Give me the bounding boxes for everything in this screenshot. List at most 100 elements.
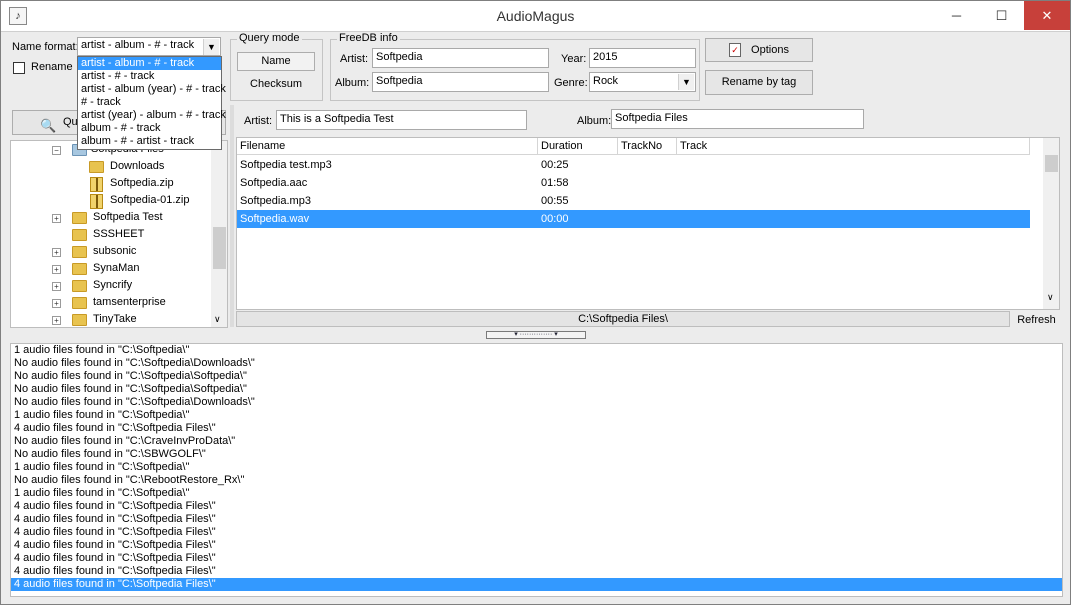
dropdown-option[interactable]: artist - album (year) - # - track bbox=[78, 83, 226, 96]
rename-by-tag-button[interactable]: Rename by tag bbox=[705, 70, 813, 95]
folder-icon bbox=[72, 280, 87, 292]
expand-icon[interactable]: + bbox=[52, 282, 61, 291]
name-format-dropdown-list[interactable]: artist - album - # - track artist - # - … bbox=[77, 56, 226, 150]
file-row[interactable]: Softpedia test.mp3 00:25 bbox=[237, 156, 1030, 174]
close-button[interactable]: ✕ bbox=[1024, 1, 1070, 30]
current-path: C:\Softpedia Files\ bbox=[578, 313, 668, 325]
tree-item-label: subsonic bbox=[93, 245, 137, 257]
folder-icon bbox=[72, 263, 87, 275]
file-name: Softpedia.aac bbox=[240, 177, 308, 189]
folder-icon bbox=[89, 161, 104, 173]
query-mode-name-button[interactable]: Name bbox=[237, 52, 315, 71]
folder-icon bbox=[72, 314, 87, 326]
log-line[interactable]: No audio files found in "C:\SBWGOLF\" bbox=[11, 448, 1062, 461]
rename-checkbox[interactable] bbox=[13, 62, 25, 74]
expand-icon[interactable]: + bbox=[52, 299, 61, 308]
tree-scrollbar[interactable]: ∨ bbox=[211, 141, 227, 327]
current-path-bar: C:\Softpedia Files\ bbox=[236, 311, 1010, 327]
file-name: Softpedia.wav bbox=[240, 213, 310, 225]
freedb-year-label: Year: bbox=[561, 53, 587, 65]
freedb-year-field[interactable]: 2015 bbox=[589, 48, 696, 68]
expand-icon[interactable]: + bbox=[52, 265, 61, 274]
freedb-artist-field[interactable]: Softpedia bbox=[372, 48, 549, 68]
options-icon: ✓ bbox=[729, 43, 742, 58]
collapse-icon[interactable]: − bbox=[52, 146, 61, 155]
minimize-button[interactable]: ─ bbox=[934, 1, 979, 30]
file-duration: 00:00 bbox=[541, 213, 569, 225]
folder-icon bbox=[72, 229, 87, 241]
log-line[interactable]: 4 audio files found in "C:\Softpedia Fil… bbox=[11, 500, 1062, 513]
log-line[interactable]: No audio files found in "C:\RebootRestor… bbox=[11, 474, 1062, 487]
chevron-down-icon[interactable]: ∨ bbox=[214, 314, 221, 325]
expand-icon[interactable]: + bbox=[52, 248, 61, 257]
name-format-select[interactable]: artist - album - # - track ▼ bbox=[77, 37, 221, 56]
log-line[interactable]: 4 audio files found in "C:\Softpedia Fil… bbox=[11, 552, 1062, 565]
dropdown-option[interactable]: artist - # - track bbox=[78, 70, 221, 83]
log-line[interactable]: 1 audio files found in "C:\Softpedia\" bbox=[11, 487, 1062, 500]
dropdown-option[interactable]: album - # - track bbox=[78, 122, 221, 135]
chevron-down-icon[interactable]: ∨ bbox=[1047, 292, 1054, 303]
column-header-duration[interactable]: Duration bbox=[538, 138, 618, 155]
expand-icon[interactable]: + bbox=[52, 214, 61, 223]
tag-album-field[interactable]: Softpedia Files bbox=[611, 109, 864, 129]
file-duration: 00:25 bbox=[541, 159, 569, 171]
freedb-genre-select[interactable]: Rock ▼ bbox=[589, 72, 696, 92]
file-list[interactable]: Filename Duration TrackNo Track Softpedi… bbox=[236, 137, 1060, 310]
log-panel[interactable]: 1 audio files found in "C:\Softpedia\" N… bbox=[10, 343, 1063, 597]
log-line[interactable]: 1 audio files found in "C:\Softpedia\" bbox=[11, 344, 1062, 357]
column-header-trackno[interactable]: TrackNo bbox=[618, 138, 677, 155]
title-bar[interactable]: ♪ AudioMagus ─ ☐ ✕ bbox=[1, 1, 1070, 32]
file-list-scrollbar[interactable]: ∨ bbox=[1043, 138, 1059, 309]
zip-icon bbox=[90, 177, 103, 192]
log-line[interactable]: No audio files found in "C:\Softpedia\So… bbox=[11, 370, 1062, 383]
rename-checkbox-label: Rename bbox=[31, 61, 73, 73]
name-format-value: artist - album - # - track bbox=[81, 39, 195, 51]
maximize-button[interactable]: ☐ bbox=[979, 1, 1024, 30]
file-row-selected[interactable]: Softpedia.wav 00:00 bbox=[237, 210, 1030, 228]
file-duration: 01:58 bbox=[541, 177, 569, 189]
file-name: Softpedia test.mp3 bbox=[240, 159, 332, 171]
log-line[interactable]: 4 audio files found in "C:\Softpedia Fil… bbox=[11, 565, 1062, 578]
dropdown-option[interactable]: artist - album - # - track bbox=[78, 57, 221, 70]
query-button-label: Qu bbox=[63, 116, 78, 128]
options-button[interactable]: ✓ Options bbox=[705, 38, 813, 62]
tag-artist-label: Artist: bbox=[244, 115, 273, 127]
column-header-track[interactable]: Track bbox=[677, 138, 1030, 155]
log-line[interactable]: 4 audio files found in "C:\Softpedia Fil… bbox=[11, 526, 1062, 539]
tree-item-label: Softpedia-01.zip bbox=[110, 194, 190, 206]
window-title: AudioMagus bbox=[496, 8, 575, 24]
chevron-down-icon[interactable]: ▼ bbox=[203, 39, 219, 55]
options-button-label: Options bbox=[751, 44, 789, 56]
dropdown-option[interactable]: # - track bbox=[78, 96, 221, 109]
file-row[interactable]: Softpedia.mp3 00:55 bbox=[237, 192, 1030, 210]
tag-album-label: Album: bbox=[577, 115, 612, 127]
log-line[interactable]: No audio files found in "C:\Softpedia\Do… bbox=[11, 396, 1062, 409]
file-list-scrollbar-thumb[interactable] bbox=[1045, 155, 1058, 172]
log-line[interactable]: No audio files found in "C:\Softpedia\So… bbox=[11, 383, 1062, 396]
log-line-selected[interactable]: 4 audio files found in "C:\Softpedia Fil… bbox=[11, 578, 1062, 591]
file-duration: 00:55 bbox=[541, 195, 569, 207]
column-header-filename[interactable]: Filename bbox=[237, 138, 538, 155]
log-line[interactable]: 4 audio files found in "C:\Softpedia Fil… bbox=[11, 513, 1062, 526]
chevron-down-icon[interactable]: ▼ bbox=[678, 74, 694, 90]
tree-scrollbar-thumb[interactable] bbox=[213, 227, 226, 269]
tree-item-label: SSSHEET bbox=[93, 228, 145, 240]
log-line[interactable]: No audio files found in "C:\Softpedia\Do… bbox=[11, 357, 1062, 370]
log-line[interactable]: No audio files found in "C:\CraveInvProD… bbox=[11, 435, 1062, 448]
query-mode-checksum-button[interactable]: Checksum bbox=[237, 75, 315, 94]
horizontal-splitter-handle[interactable]: ▾ ·············· ▾ bbox=[486, 331, 586, 339]
vertical-splitter[interactable] bbox=[230, 105, 234, 327]
tag-artist-field[interactable]: This is a Softpedia Test bbox=[276, 110, 527, 130]
refresh-button[interactable]: Refresh bbox=[1011, 313, 1062, 327]
file-row[interactable]: Softpedia.aac 01:58 bbox=[237, 174, 1030, 192]
log-line[interactable]: 4 audio files found in "C:\Softpedia Fil… bbox=[11, 422, 1062, 435]
dropdown-option[interactable]: album - # - artist - track bbox=[78, 135, 221, 148]
folder-tree[interactable]: − Softpedia Files Downloads Softpedia.zi… bbox=[10, 140, 228, 328]
app-window: ♪ AudioMagus ─ ☐ ✕ Name format: artist -… bbox=[0, 0, 1071, 605]
log-line[interactable]: 1 audio files found in "C:\Softpedia\" bbox=[11, 461, 1062, 474]
log-line[interactable]: 1 audio files found in "C:\Softpedia\" bbox=[11, 409, 1062, 422]
dropdown-option[interactable]: artist (year) - album - # - track bbox=[78, 109, 226, 122]
expand-icon[interactable]: + bbox=[52, 316, 61, 325]
log-line[interactable]: 4 audio files found in "C:\Softpedia Fil… bbox=[11, 539, 1062, 552]
freedb-album-field[interactable]: Softpedia bbox=[372, 72, 549, 92]
